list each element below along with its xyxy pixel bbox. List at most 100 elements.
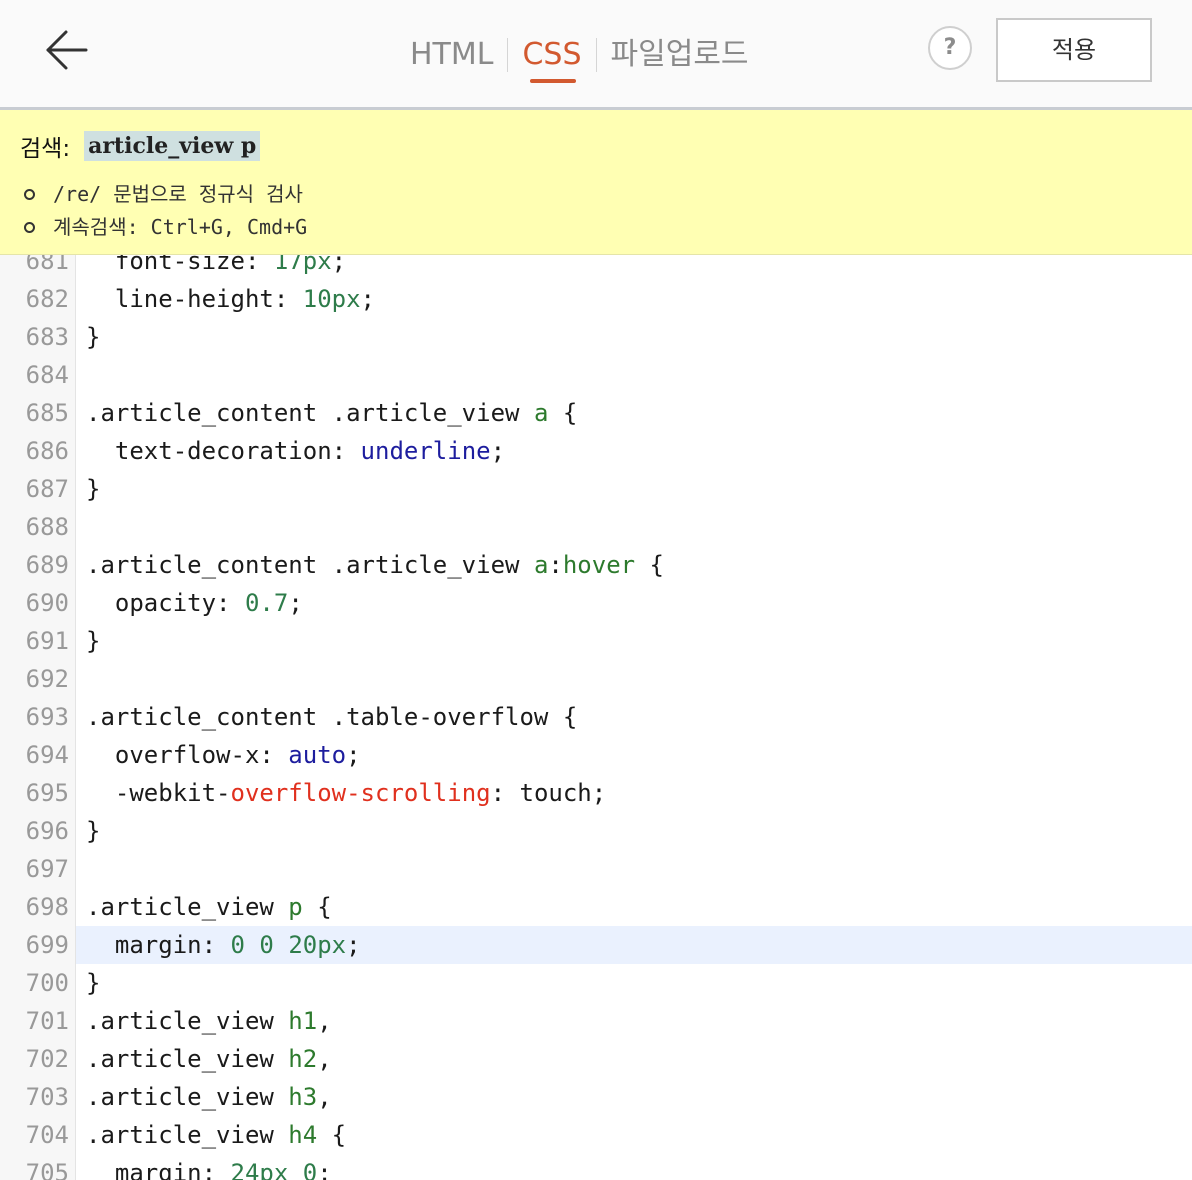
code-token: .article_view <box>86 1045 289 1073</box>
code-token: } <box>86 323 101 351</box>
code-token: underline <box>360 437 491 465</box>
code-token: { <box>548 703 578 731</box>
code-token: overflow-scrolling <box>230 779 491 807</box>
back-button[interactable] <box>36 24 92 80</box>
code-token: : <box>259 741 289 769</box>
line-number: 691 <box>0 622 76 660</box>
code-token: : <box>548 551 563 579</box>
code-text: } <box>86 622 100 660</box>
code-token: : <box>273 285 303 313</box>
code-token: 17px <box>273 255 332 275</box>
code-text: .article_view h4 { <box>86 1116 346 1154</box>
line-number: 687 <box>0 470 76 508</box>
code-token: , <box>317 1083 332 1111</box>
line-number: 694 <box>0 736 76 774</box>
code-line[interactable]: 699 margin: 0 0 20px; <box>0 926 1192 964</box>
code-token: hover <box>562 551 636 579</box>
code-line[interactable]: 689 .article_content .article_view a:hove… <box>0 546 1192 584</box>
code-token: h1 <box>288 1007 318 1035</box>
code-text: -webkit-overflow-scrolling: touch; <box>86 774 606 812</box>
bullet-icon <box>24 222 35 233</box>
code-token: 20px <box>288 931 347 959</box>
code-token: .article_view <box>86 1083 289 1111</box>
code-token: ; <box>317 1159 332 1180</box>
code-token: } <box>86 475 101 503</box>
code-text: .article_content .table-overflow { <box>86 698 577 736</box>
code-token: , <box>317 1007 332 1035</box>
code-line[interactable]: 698 .article_view p { <box>0 888 1192 926</box>
code-text: } <box>86 964 100 1002</box>
tab-file-upload[interactable]: 파일업로드 <box>597 33 763 77</box>
code-line[interactable]: 684 <box>0 356 1192 394</box>
code-text: } <box>86 470 100 508</box>
search-input[interactable]: article_view p <box>84 131 261 161</box>
code-line[interactable]: 700} <box>0 964 1192 1002</box>
code-line[interactable]: 703 .article_view h3, <box>0 1078 1192 1116</box>
code-text: margin: 0 0 20px; <box>86 926 361 964</box>
code-token: 0 <box>230 931 245 959</box>
hint-text: /re/ 문법으로 정규식 검사 <box>53 182 303 206</box>
code-token: .article_content .article_view <box>86 551 534 579</box>
bullet-icon <box>24 189 35 200</box>
code-token: ; <box>288 589 303 617</box>
editor-tabs: HTML CSS 파일업로드 <box>396 30 763 83</box>
apply-button[interactable]: 적용 <box>996 18 1152 82</box>
code-text: .article_content .article_view a:hover { <box>86 546 664 584</box>
code-line[interactable]: 692 <box>0 660 1192 698</box>
code-line[interactable]: 681 font-size: 17px; <box>0 255 1192 280</box>
code-line[interactable]: 695 -webkit-overflow-scrolling: touch; <box>0 774 1192 812</box>
tab-html[interactable]: HTML <box>396 33 507 77</box>
code-line[interactable]: 690 opacity: 0.7; <box>0 584 1192 622</box>
hint-item: 계속검색: Ctrl+G, Cmd+G <box>24 211 307 244</box>
code-token: a <box>533 551 549 579</box>
tab-css[interactable]: CSS <box>508 33 595 83</box>
code-line[interactable]: 687} <box>0 470 1192 508</box>
code-line[interactable]: 688 <box>0 508 1192 546</box>
code-line[interactable]: 685 .article_content .article_view a { <box>0 394 1192 432</box>
line-number: 695 <box>0 774 76 812</box>
code-line[interactable]: 694 overflow-x: auto; <box>0 736 1192 774</box>
hint-item: /re/ 문법으로 정규식 검사 <box>24 178 307 211</box>
code-token: ; <box>360 285 375 313</box>
help-button[interactable]: ? <box>928 26 972 70</box>
code-line[interactable]: 702 .article_view h2, <box>0 1040 1192 1078</box>
code-token: margin <box>86 1159 202 1180</box>
code-text: } <box>86 812 100 850</box>
code-line[interactable]: 693 .article_content .table-overflow { <box>0 698 1192 736</box>
code-line[interactable]: 682 line-height: 10px; <box>0 280 1192 318</box>
code-line[interactable]: 705 margin: 24px 0; <box>0 1154 1192 1180</box>
code-token: h2 <box>288 1045 318 1073</box>
line-number: 693 <box>0 698 76 736</box>
code-token: auto <box>288 741 347 769</box>
line-number: 690 <box>0 584 76 622</box>
code-line[interactable]: 701 .article_view h1, <box>0 1002 1192 1040</box>
line-number: 683 <box>0 318 76 356</box>
code-text: text-decoration: underline; <box>86 432 505 470</box>
line-number: 685 <box>0 394 76 432</box>
code-token: font-size <box>86 255 245 275</box>
code-text: font-size: 17px; <box>86 255 346 280</box>
code-text: opacity: 0.7; <box>86 584 303 622</box>
code-line[interactable]: 691} <box>0 622 1192 660</box>
line-number: 701 <box>0 1002 76 1040</box>
code-line[interactable]: 696} <box>0 812 1192 850</box>
code-line[interactable]: 683} <box>0 318 1192 356</box>
code-token: { <box>317 1121 347 1149</box>
code-line[interactable]: 704 .article_view h4 { <box>0 1116 1192 1154</box>
line-number: 704 <box>0 1116 76 1154</box>
code-text: margin: 24px 0; <box>86 1154 332 1180</box>
code-token: .article_view <box>86 893 289 921</box>
code-token: 10px <box>302 285 361 313</box>
line-number: 689 <box>0 546 76 584</box>
code-text: .article_view h2, <box>86 1040 332 1078</box>
search-row: 검색: article_view p <box>20 128 261 164</box>
code-line[interactable]: 697 <box>0 850 1192 888</box>
code-editor[interactable]: 681 font-size: 17px; 682 line-height: 10p… <box>0 255 1192 1180</box>
code-line[interactable]: 686 text-decoration: underline; <box>0 432 1192 470</box>
line-number: 688 <box>0 508 76 546</box>
code-token: h4 <box>288 1121 318 1149</box>
line-number: 682 <box>0 280 76 318</box>
